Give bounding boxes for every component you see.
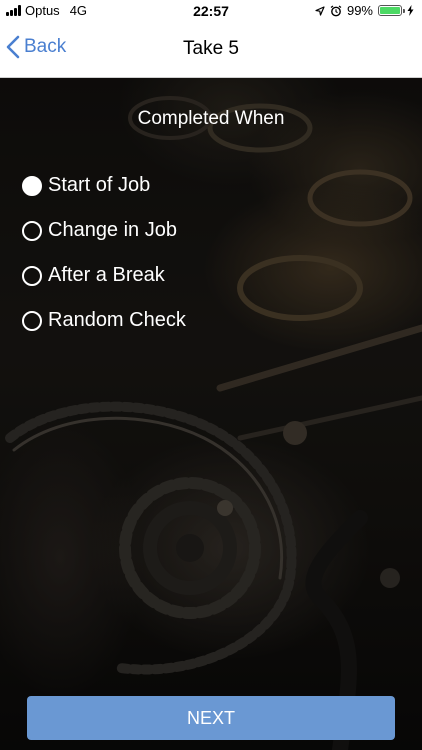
radio-button[interactable] bbox=[22, 310, 42, 331]
next-button[interactable]: NEXT bbox=[27, 696, 395, 740]
status-bar: Optus 4G 22:57 99% bbox=[0, 0, 422, 22]
charging-icon bbox=[407, 5, 414, 16]
alarm-icon bbox=[330, 5, 342, 16]
option-change-in-job[interactable]: Change in Job bbox=[22, 208, 186, 253]
next-label: NEXT bbox=[186, 707, 235, 728]
option-label: After a Break bbox=[48, 264, 165, 286]
content-area: Completed When Start of Job Change in Jo… bbox=[0, 78, 422, 750]
status-right: 99% bbox=[315, 3, 414, 18]
page-title: Take 5 bbox=[183, 38, 239, 59]
section-title: Completed When bbox=[137, 108, 285, 129]
battery-icon bbox=[378, 5, 405, 16]
option-label: Change in Job bbox=[48, 219, 177, 241]
option-start-of-job[interactable]: Start of Job bbox=[22, 163, 186, 208]
option-label: Random Check bbox=[48, 309, 186, 331]
screen: Optus 4G 22:57 99% Back Take 5 Completed… bbox=[0, 0, 422, 750]
completed-when-options: Start of Job Change in Job After a Break… bbox=[22, 163, 186, 343]
radio-button[interactable] bbox=[22, 265, 42, 286]
battery-percent: 99% bbox=[346, 3, 373, 18]
option-label: Start of Job bbox=[48, 174, 151, 196]
radio-button[interactable] bbox=[22, 220, 42, 241]
option-random-check[interactable]: Random Check bbox=[22, 298, 186, 343]
radio-button[interactable] bbox=[22, 175, 42, 196]
battery-fill bbox=[380, 7, 400, 14]
location-icon bbox=[315, 5, 325, 16]
nav-bar: Back Take 5 bbox=[0, 22, 422, 78]
option-after-a-break[interactable]: After a Break bbox=[22, 253, 186, 298]
